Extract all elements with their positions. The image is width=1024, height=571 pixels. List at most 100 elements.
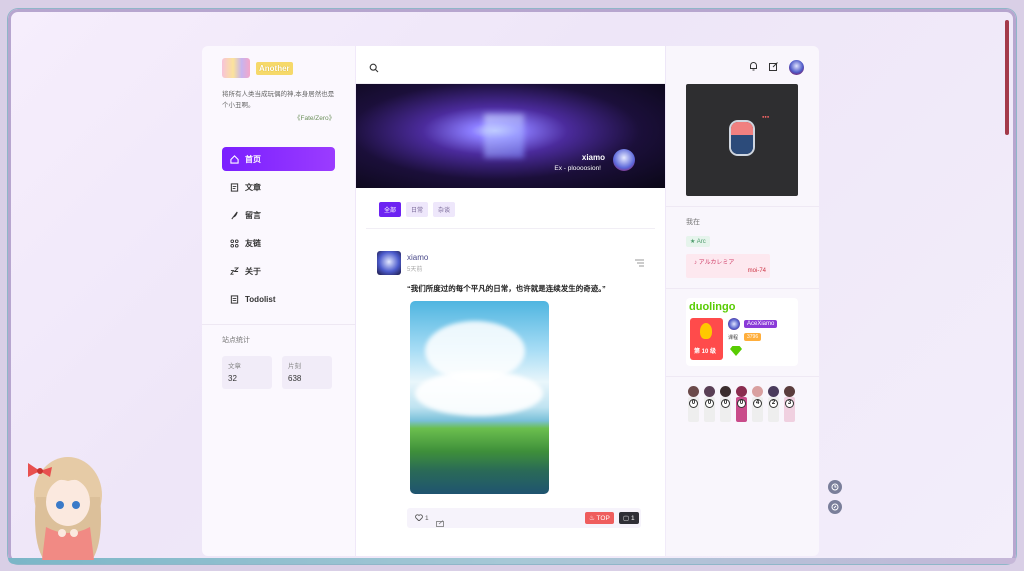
counter-digit: 0 (734, 386, 749, 422)
quote-source: 《Fate/Zero》 (294, 115, 336, 122)
nav-item-todolist[interactable]: Todolist (222, 287, 335, 311)
arc-label: Arc (696, 239, 706, 245)
visitor-counter: 0 0 0 0 4 2 3 (686, 386, 797, 422)
fire-icon: ♨ (589, 515, 595, 522)
music-note-icon: ♪ (694, 260, 697, 266)
stat-key: 文章 (228, 363, 241, 370)
duolingo-username: AceXiamo (744, 320, 778, 328)
top-label: TOP (596, 515, 610, 522)
theme-toggle-button[interactable] (828, 480, 842, 494)
counter-digit: 0 (686, 386, 701, 422)
stat-value: 638 (288, 374, 302, 383)
nav-label: 文章 (245, 182, 261, 192)
stat-key: 片刻 (288, 363, 301, 370)
nav-label: 首页 (245, 154, 261, 164)
right-divider (666, 376, 819, 377)
nav-label: 留言 (245, 210, 261, 220)
sleep-icon (230, 266, 239, 276)
edit-icon[interactable] (769, 58, 778, 76)
comment-icon: ▢ (623, 515, 630, 522)
main-nav: 首页 文章 留言 友链 关于 Todolist (222, 147, 335, 315)
nav-item-home[interactable]: 首页 (222, 147, 335, 171)
search-icon[interactable] (369, 60, 379, 78)
gem-icon (730, 346, 742, 356)
banner-avatar[interactable] (613, 149, 635, 171)
like-count: 1 (425, 515, 429, 522)
main-feed: xiamo Ex - ploooosion! 全部 日常 杂谈 xiamo 5天… (356, 46, 665, 556)
right-sidebar: ●●● 我在 ★ Arc ♪ アルカレミア moi-74 duolingo 第 … (666, 46, 819, 556)
banner-subtitle: Ex - ploooosion! (554, 165, 601, 172)
bell-icon[interactable] (749, 58, 758, 76)
left-sidebar: Another 将所有人类当成玩偶的神,本身居然也是个小丑啊。 《Fate/Ze… (202, 46, 355, 556)
counter-digit: 0 (702, 386, 717, 422)
user-avatar[interactable] (789, 59, 804, 75)
post-author[interactable]: xiamo (407, 253, 428, 262)
duolingo-course-label: 课程 (728, 335, 739, 341)
scrollbar-thumb[interactable] (1005, 20, 1009, 135)
post-text: “我们所度过的每个平凡的日常，也许就是连续发生的奇迹。” (407, 284, 606, 293)
flame-icon (700, 323, 712, 339)
stat-value: 32 (228, 374, 237, 383)
nav-label: 友链 (245, 238, 261, 248)
compass-icon (831, 498, 839, 516)
site-logo[interactable]: Another (222, 58, 293, 78)
site-quote: 将所有人类当成玩偶的神,本身居然也是个小丑啊。 (222, 91, 335, 109)
comment-badge[interactable]: ▢ 1 (619, 512, 639, 524)
top-badge: ♨ TOP (585, 512, 614, 524)
feather-icon (230, 211, 239, 220)
post-time: 5天前 (407, 267, 423, 273)
stat-moments: 片刻 638 (282, 356, 332, 389)
menu-icon[interactable] (635, 254, 644, 272)
tab-misc[interactable]: 杂谈 (433, 202, 456, 217)
nav-item-articles[interactable]: 文章 (222, 175, 335, 199)
post-footer: 1 ♨ TOP ▢ 1 (407, 508, 641, 528)
cloud-shape (415, 371, 543, 416)
arc-chip[interactable]: ★ Arc (686, 236, 710, 247)
profile-banner: xiamo Ex - ploooosion! (356, 84, 665, 188)
post-avatar[interactable] (377, 251, 401, 275)
mascot-character[interactable] (22, 447, 114, 560)
banner-artwork (484, 114, 524, 158)
like-button[interactable]: 1 (415, 514, 429, 523)
post-image[interactable] (410, 301, 549, 494)
top-actions (749, 58, 804, 76)
nav-item-friends[interactable]: 友链 (222, 231, 335, 255)
counter-digit: 0 (718, 386, 733, 422)
duolingo-avatar (728, 318, 740, 330)
tabs-divider (366, 228, 655, 229)
back-to-top-button[interactable] (828, 500, 842, 514)
article-icon (230, 182, 239, 192)
banner-name: xiamo (581, 153, 605, 162)
logo-tag: Another (256, 61, 293, 75)
right-divider (666, 206, 819, 207)
share-icon[interactable] (436, 514, 444, 532)
nav-label: Todolist (245, 294, 276, 304)
link-icon (230, 238, 239, 248)
now-playing-cover[interactable]: ●●● (686, 84, 798, 196)
counter-digit: 2 (766, 386, 781, 422)
counter-digit: 4 (750, 386, 765, 422)
search-bar[interactable] (356, 46, 665, 84)
streak-badge: 第 10 级 (690, 318, 723, 360)
clock-icon (831, 478, 839, 496)
heart-icon (415, 514, 423, 523)
stat-articles: 文章 32 (222, 356, 272, 389)
cover-mark: ●●● (762, 114, 770, 119)
star-icon: ★ (690, 239, 696, 245)
tab-daily[interactable]: 日常 (406, 202, 429, 217)
song-title: ♪ アルカレミア (694, 257, 734, 266)
nav-item-messages[interactable]: 留言 (222, 203, 335, 227)
tab-all[interactable]: 全部 (379, 202, 402, 217)
logo-artwork (222, 58, 250, 78)
nav-item-about[interactable]: 关于 (222, 259, 335, 283)
category-tabs: 全部 日常 杂谈 (379, 202, 456, 217)
counter-digit: 3 (782, 386, 797, 422)
todo-icon (230, 294, 239, 304)
right-divider (666, 288, 819, 289)
stats-title: 站点统计 (222, 337, 250, 344)
song-card[interactable]: ♪ アルカレミア moi-74 (686, 254, 770, 278)
nav-label: 关于 (245, 266, 261, 276)
song-artist: moi-74 (747, 268, 766, 274)
home-icon (230, 154, 239, 164)
duolingo-card[interactable]: duolingo 第 10 级 AceXiamo 课程 3796 (686, 298, 798, 366)
